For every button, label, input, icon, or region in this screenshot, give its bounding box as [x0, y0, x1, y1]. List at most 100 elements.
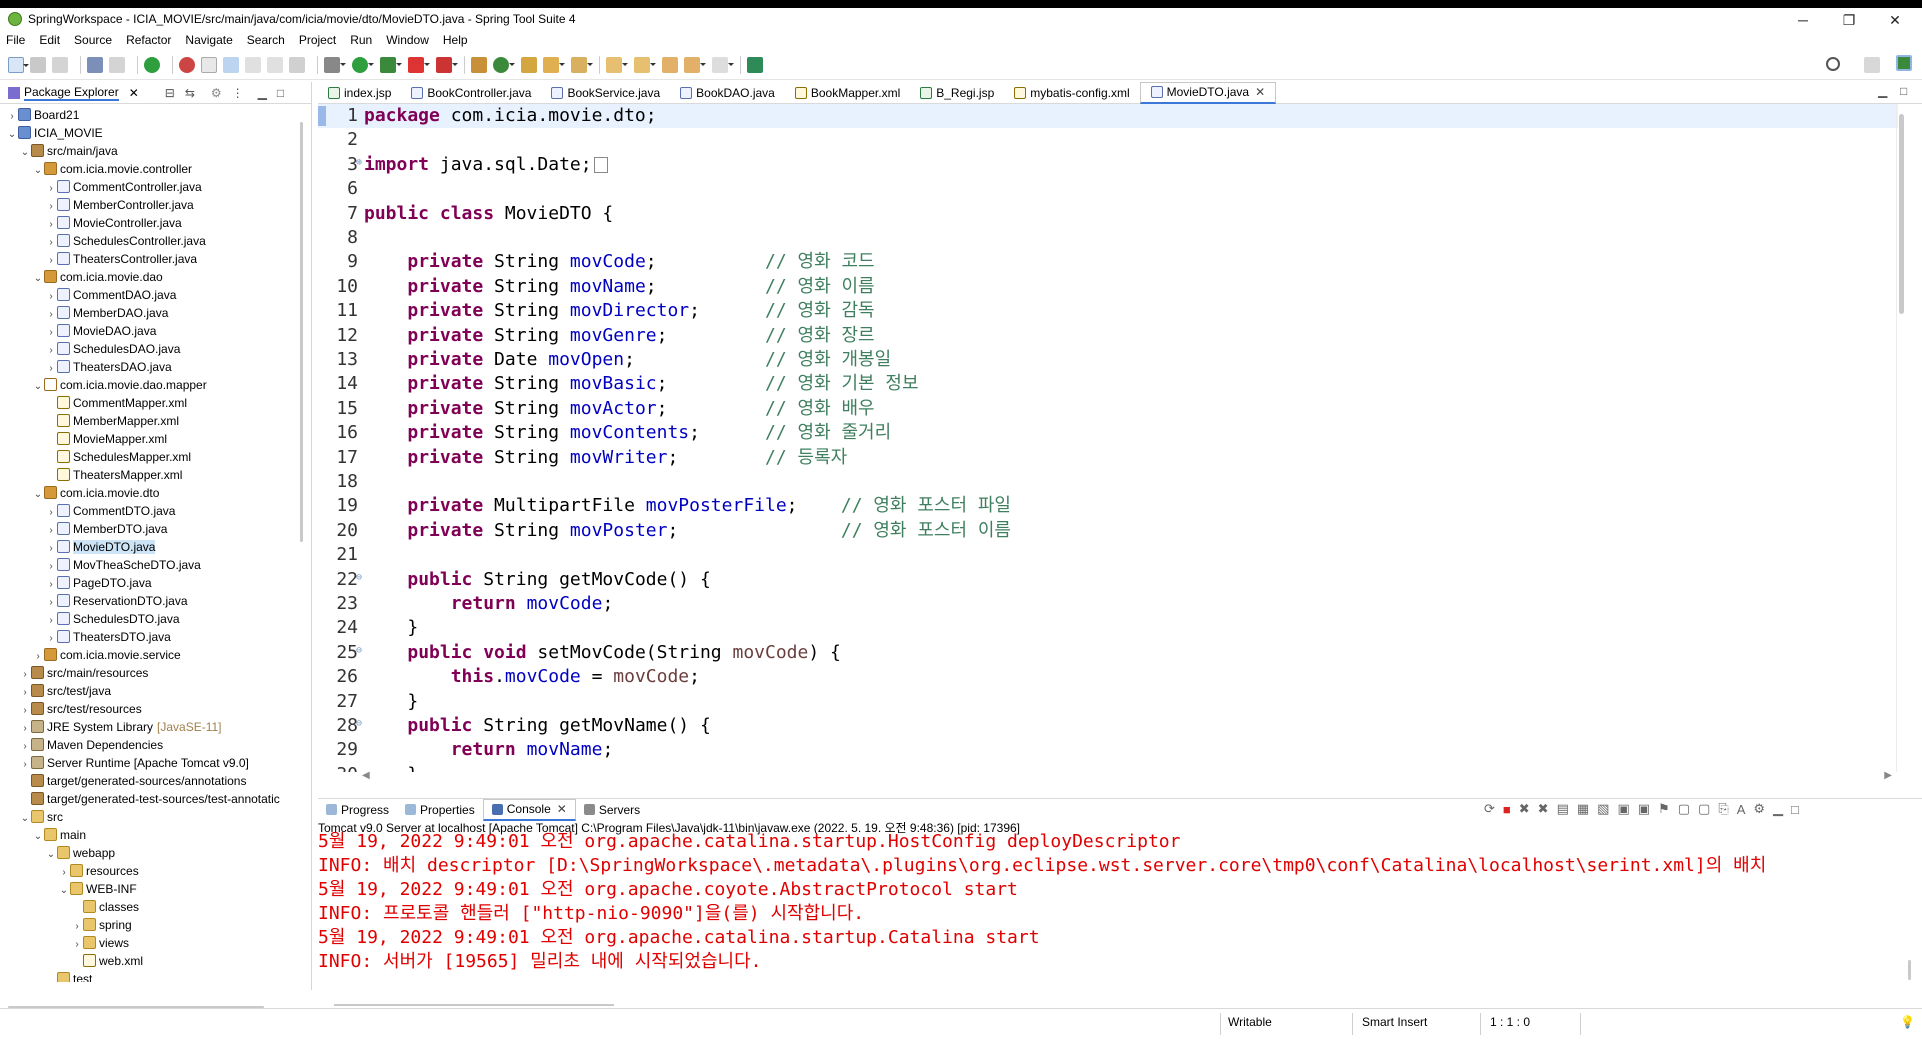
tree-item[interactable]: › Board21	[0, 106, 300, 124]
new-icon[interactable]	[8, 56, 29, 73]
open-type-icon[interactable]	[521, 56, 537, 73]
code-line[interactable]: 22 ⊖ public String getMovCode() {	[318, 568, 1898, 592]
coverage-icon[interactable]	[380, 56, 402, 73]
editor-tab[interactable]: mybatis-config.xml	[1004, 82, 1139, 104]
package-explorer-tab[interactable]: Package Explorer	[24, 85, 119, 101]
tree-item[interactable]: › JRE System Library [JavaSE-11]	[0, 718, 300, 736]
editor-tab[interactable]: index.jsp	[318, 82, 401, 104]
code-line[interactable]: 16 private String movContents; // 영화 줄거리	[318, 421, 1898, 445]
tree-item[interactable]: ⌄ src	[0, 808, 300, 826]
fold-collapse-icon[interactable]: ⊖	[356, 712, 362, 736]
minimize-editor-icon[interactable]: ▁	[1878, 84, 1887, 98]
reload-icon[interactable]: ⟳	[1484, 801, 1495, 817]
boot-dashboard-icon[interactable]	[144, 56, 160, 73]
tree-item[interactable]: › MemberController.java	[0, 196, 300, 214]
close-icon[interactable]: ✕	[129, 86, 139, 100]
tree-item[interactable]: › MovTheaScheDTO.java	[0, 556, 300, 574]
tree-item[interactable]: ⌄ com.icia.movie.dto	[0, 484, 300, 502]
new-class-icon[interactable]	[493, 56, 515, 73]
link-with-editor-icon[interactable]: ⇆	[185, 86, 195, 100]
run-icon[interactable]	[352, 56, 374, 73]
console-tab-progress[interactable]: Progress	[318, 799, 397, 821]
settings-icon[interactable]: ⚙	[1753, 801, 1765, 817]
tree-item[interactable]: ⌄ WEB-INF	[0, 880, 300, 898]
console-output[interactable]: 5월 19, 2022 9:49:01 오전 org.apache.catali…	[318, 830, 1902, 980]
tree-item[interactable]: › MemberDAO.java	[0, 304, 300, 322]
tree-item[interactable]: › PageDTO.java	[0, 574, 300, 592]
code-line[interactable]: 1 package com.icia.movie.dto;	[318, 104, 1898, 128]
maximize-editor-icon[interactable]: □	[1900, 84, 1907, 98]
code-line[interactable]: 21	[318, 543, 1898, 567]
tree-item[interactable]: › MemberDTO.java	[0, 520, 300, 538]
menu-search[interactable]: Search	[247, 33, 285, 47]
save-all-icon[interactable]	[52, 56, 68, 73]
editor-horizontal-scrollbar[interactable]: ◀ ▶	[362, 770, 1892, 782]
next-annotation-icon[interactable]	[606, 56, 628, 73]
open-task-icon[interactable]	[543, 56, 565, 73]
close-tab-icon[interactable]: ✕	[1255, 85, 1265, 99]
show-whitespace-icon[interactable]	[267, 56, 283, 73]
tree-item[interactable]: › src/test/java	[0, 682, 300, 700]
regex-icon[interactable]: A	[1737, 802, 1746, 817]
clear-console-icon[interactable]: ▤	[1557, 801, 1569, 817]
tree-item[interactable]: › src/main/resources	[0, 664, 300, 682]
menu-window[interactable]: Window	[386, 33, 429, 47]
code-line[interactable]: 9 private String movCode; // 영화 코드	[318, 250, 1898, 274]
tree-item[interactable]: › com.icia.movie.service	[0, 646, 300, 664]
code-line[interactable]: 30 }	[318, 763, 1898, 772]
tree-item[interactable]: › TheatersDTO.java	[0, 628, 300, 646]
code-line[interactable]: 24 }	[318, 616, 1898, 640]
code-line[interactable]: 13 private Date movOpen; // 영화 개봉일	[318, 348, 1898, 372]
editor-tab[interactable]: BookMapper.xml	[785, 82, 910, 104]
code-line[interactable]: 15 private String movActor; // 영화 배우	[318, 397, 1898, 421]
mark-occurrences-icon[interactable]	[201, 56, 217, 73]
word-wrap-icon[interactable]: ▧	[1597, 801, 1609, 817]
code-line[interactable]: 20 private String movPoster; // 영화 포스터 이…	[318, 519, 1898, 543]
tree-item[interactable]: test	[0, 970, 300, 982]
fold-expand-icon[interactable]: ⊕	[356, 151, 362, 175]
code-line[interactable]: 23 return movCode;	[318, 592, 1898, 616]
maximize-button[interactable]: ❐	[1826, 10, 1872, 30]
tree-item[interactable]: target/generated-sources/annotations	[0, 772, 300, 790]
editor-tab[interactable]: MovieDTO.java ✕	[1139, 81, 1277, 104]
tree-item[interactable]: › src/test/resources	[0, 700, 300, 718]
tip-bulb-icon[interactable]: 💡	[1900, 1015, 1915, 1029]
stop-icon[interactable]	[408, 56, 430, 73]
menu-source[interactable]: Source	[74, 33, 112, 47]
minimize-button[interactable]: ─	[1780, 10, 1826, 30]
skip-breakpoints-icon[interactable]	[109, 56, 125, 73]
forward-icon[interactable]	[712, 56, 734, 73]
editor-tab[interactable]: BookService.java	[541, 82, 670, 104]
open-console-icon[interactable]: ▢	[1698, 801, 1710, 817]
search-toolbar-icon[interactable]	[571, 56, 593, 73]
menu-file[interactable]: File	[6, 33, 25, 47]
save-icon[interactable]	[30, 56, 46, 73]
pin-editor-icon[interactable]	[747, 56, 763, 73]
block-selection-icon[interactable]	[245, 56, 261, 73]
tree-scrollbar[interactable]	[300, 122, 303, 542]
editor-tab[interactable]: B_Regi.jsp	[910, 82, 1004, 104]
pin-console-icon[interactable]: ⚑	[1658, 801, 1670, 817]
tree-item[interactable]: › Server Runtime [Apache Tomcat v9.0]	[0, 754, 300, 772]
menu-edit[interactable]: Edit	[39, 33, 60, 47]
code-line[interactable]: 14 private String movBasic; // 영화 기본 정보	[318, 372, 1898, 396]
fold-collapse-icon[interactable]: ⊖	[356, 639, 362, 663]
tree-item[interactable]: classes	[0, 898, 300, 916]
new-package-icon[interactable]	[471, 56, 487, 73]
tree-item[interactable]: CommentMapper.xml	[0, 394, 300, 412]
tree-item[interactable]: ⌄ com.icia.movie.dao	[0, 268, 300, 286]
minimize-console-icon[interactable]: ▁	[1773, 801, 1783, 817]
menu-project[interactable]: Project	[299, 33, 336, 47]
tree-item[interactable]: › MovieDTO.java	[0, 538, 300, 556]
show-on-output-icon[interactable]: ▣	[1617, 801, 1629, 817]
code-line[interactable]: 26 this.movCode = movCode;	[318, 665, 1898, 689]
tree-item[interactable]: web.xml	[0, 952, 300, 970]
editor-tab[interactable]: BookController.java	[401, 82, 541, 104]
close-tab-icon[interactable]: ✕	[557, 802, 567, 816]
code-line[interactable]: 11 private String movDirector; // 영화 감독	[318, 299, 1898, 323]
debug-launch-icon[interactable]	[324, 56, 346, 73]
minimize-view-icon[interactable]: ▁	[258, 86, 267, 100]
scroll-lock-icon[interactable]: ▦	[1577, 801, 1589, 817]
close-window-button[interactable]: ✕	[1872, 10, 1918, 30]
debug-icon[interactable]	[179, 56, 195, 73]
